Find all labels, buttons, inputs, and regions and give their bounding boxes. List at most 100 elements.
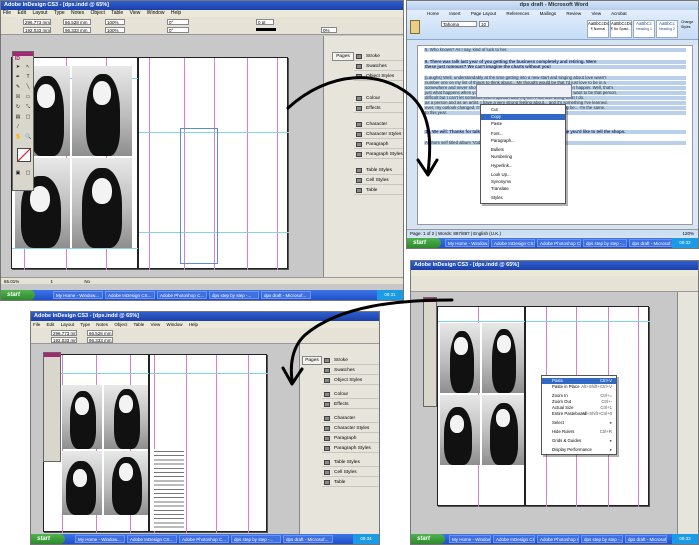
rectangle-tool-icon[interactable]: ▭: [25, 94, 31, 100]
photo-bottom-right[interactable]: [482, 395, 524, 465]
eyedropper-icon[interactable]: ⁄: [15, 124, 21, 130]
note-tool-icon[interactable]: ▢: [25, 114, 31, 120]
ctx-paragraph[interactable]: Paragraph...: [481, 138, 565, 144]
menu-table[interactable]: Table: [111, 10, 123, 16]
change-styles-button[interactable]: Change Styles: [681, 20, 698, 30]
tab-insert[interactable]: Insert: [449, 11, 460, 16]
preview-mode-icon[interactable]: ▢: [25, 170, 31, 176]
width-field[interactable]: 66.528 mm: [87, 330, 113, 336]
photo-top-left[interactable]: [440, 323, 480, 393]
menu-layout[interactable]: Layout: [32, 10, 47, 16]
taskbar-item-2[interactable]: Adobe InDesign CS...: [127, 535, 177, 543]
ctx-bullets[interactable]: Bullets: [481, 147, 565, 153]
mini-toolbar[interactable]: [476, 84, 572, 98]
ctx-cut[interactable]: Cut: [481, 107, 565, 113]
ctx-grids-guides[interactable]: Grids & Guides ▸: [542, 438, 616, 444]
tab-acrobat[interactable]: Acrobat: [611, 11, 627, 16]
fill-stroke-icon[interactable]: [17, 148, 31, 162]
menu-object[interactable]: Object: [90, 10, 104, 16]
ctx-hide-rulers[interactable]: Hide Rulers Ctrl+R: [542, 429, 616, 435]
taskbar-item-5[interactable]: dps draft - Microsof...: [629, 239, 673, 247]
ctx-copy[interactable]: Copy: [481, 114, 565, 120]
taskbar-item-4[interactable]: dps step by step -...: [583, 239, 627, 247]
ctx-font[interactable]: Font...: [481, 131, 565, 137]
start-button[interactable]: start: [1, 290, 35, 300]
panel-colour[interactable]: Colour: [354, 94, 403, 103]
scale-y-field[interactable]: 100%: [105, 27, 125, 33]
panel-character-styles[interactable]: Character Styles: [322, 424, 379, 433]
height-field[interactable]: 96.333 mm: [87, 337, 113, 343]
shear-field[interactable]: 0°: [167, 27, 189, 33]
tab-home[interactable]: Home: [427, 11, 439, 16]
taskbar-item-2[interactable]: Adobe InDesign CS...: [105, 291, 155, 299]
photo-top-right[interactable]: [482, 323, 524, 393]
pencil-tool-icon[interactable]: ✎: [15, 84, 21, 90]
zoom-level[interactable]: 120%: [682, 230, 694, 237]
panel-table-styles[interactable]: Table Styles: [322, 458, 379, 467]
ctx-hyperlink[interactable]: Hyperlink...: [481, 163, 565, 169]
panel-swatches[interactable]: Swatches: [322, 366, 379, 375]
panel-paragraph-styles[interactable]: Paragraph Styles: [354, 150, 403, 159]
panel-character-styles[interactable]: Character Styles: [354, 130, 403, 139]
photo-top-right[interactable]: [104, 385, 148, 449]
style-heading-1[interactable]: AaBbCc Heading 1: [633, 20, 655, 38]
ctx-paste[interactable]: Paste: [481, 121, 565, 127]
pen-tool-icon[interactable]: ✒: [15, 74, 21, 80]
taskbar-item-4[interactable]: dps step by step -...: [581, 535, 623, 543]
ctx-paste-in-place[interactable]: Paste in Place Alt+Shift+Ctrl+V: [542, 384, 616, 390]
stroke-weight-field[interactable]: 0 pt: [256, 19, 274, 25]
menu-type[interactable]: Type: [80, 322, 90, 327]
page-number[interactable]: 1: [51, 279, 54, 284]
ctx-styles[interactable]: Styles: [481, 195, 565, 201]
tab-view[interactable]: View: [591, 11, 601, 16]
vertical-scrollbar[interactable]: [692, 45, 698, 225]
y-field[interactable]: 192.033 mm: [51, 337, 77, 343]
start-button[interactable]: start: [411, 534, 445, 544]
photo-top-left[interactable]: [62, 385, 102, 449]
scale-tool-icon[interactable]: ⤡: [25, 104, 31, 110]
width-field[interactable]: 66.528 mm: [63, 19, 91, 25]
panel-effects[interactable]: Effects: [354, 104, 403, 113]
panel-object-styles[interactable]: Object Styles: [354, 72, 403, 81]
style-no-spacing[interactable]: AaBbCcDc ¶ No Spaci...: [610, 20, 632, 38]
view-mode-icon[interactable]: ▣: [15, 170, 21, 176]
panel-character[interactable]: Character: [354, 120, 403, 129]
menu-file[interactable]: File: [3, 10, 11, 16]
text-frame[interactable]: [180, 128, 218, 264]
photo-bottom-right[interactable]: [72, 158, 132, 248]
panel-table[interactable]: Table: [354, 186, 403, 195]
menu-notes[interactable]: Notes: [96, 322, 108, 327]
gradient-tool-icon[interactable]: ▤: [15, 114, 21, 120]
panel-cell-styles[interactable]: Cell Styles: [322, 468, 379, 477]
font-name-field[interactable]: Tahoma: [441, 21, 477, 27]
paste-icon[interactable]: [410, 20, 420, 34]
menu-help[interactable]: Help: [189, 322, 198, 327]
scale-x-field[interactable]: 100%: [105, 19, 125, 25]
photo-bottom-left[interactable]: [440, 395, 480, 465]
taskbar-item-4[interactable]: dps step by step -...: [209, 291, 259, 299]
rectangle-frame-icon[interactable]: ☒: [15, 94, 21, 100]
panel-stroke[interactable]: Stroke: [322, 356, 379, 365]
taskbar-item-1[interactable]: My Home - Window...: [53, 291, 103, 299]
panel-effects[interactable]: Effects: [322, 400, 379, 409]
menu-window[interactable]: Window: [147, 10, 165, 16]
photo-bottom-right[interactable]: [104, 451, 148, 515]
pages-tab[interactable]: Pages: [302, 356, 322, 365]
direct-selection-icon[interactable]: ↖: [25, 64, 31, 70]
opacity-field[interactable]: 0%: [321, 27, 337, 33]
panel-colour[interactable]: Colour: [322, 390, 379, 399]
ctx-display-performance[interactable]: Display Performance ▸: [542, 447, 616, 453]
menu-edit[interactable]: Edit: [17, 10, 26, 16]
type-tool-icon[interactable]: T: [25, 74, 31, 80]
ctx-translate[interactable]: Translate: [481, 186, 565, 192]
pages-tab[interactable]: Pages: [332, 52, 354, 61]
taskbar-item-5[interactable]: dps draft - Microsof...: [283, 535, 333, 543]
menu-edit[interactable]: Edit: [47, 322, 55, 327]
x-field[interactable]: 296.773 mm: [51, 330, 77, 336]
menu-view[interactable]: View: [130, 10, 141, 16]
rotate-tool-icon[interactable]: ↻: [15, 104, 21, 110]
panel-object-styles[interactable]: Object Styles: [322, 376, 379, 385]
ctx-numbering[interactable]: Numbering: [481, 154, 565, 160]
taskbar-item-1[interactable]: My Home - Window...: [75, 535, 125, 543]
taskbar-item-3[interactable]: Adobe Photoshop C...: [537, 535, 579, 543]
